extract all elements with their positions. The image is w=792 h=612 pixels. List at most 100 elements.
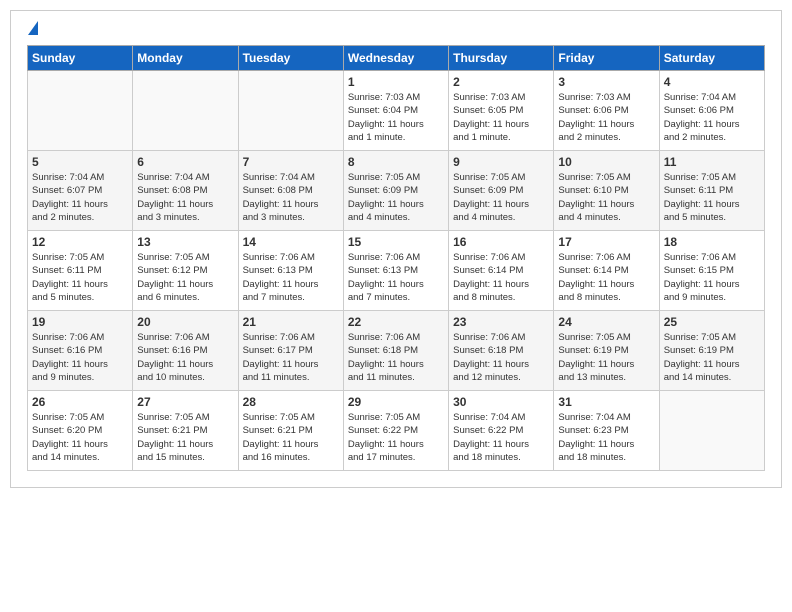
calendar-cell: 30 Sunrise: 7:04 AM Sunset: 6:22 PM Dayli…	[449, 391, 554, 471]
weekday-header-row: SundayMondayTuesdayWednesdayThursdayFrid…	[28, 46, 765, 71]
calendar-cell: 10 Sunrise: 7:05 AM Sunset: 6:10 PM Dayli…	[554, 151, 659, 231]
calendar-cell: 19 Sunrise: 7:06 AM Sunset: 6:16 PM Dayli…	[28, 311, 133, 391]
day-number: 31	[558, 395, 654, 409]
calendar-cell: 20 Sunrise: 7:06 AM Sunset: 6:16 PM Dayli…	[133, 311, 238, 391]
logo	[27, 21, 38, 37]
day-info: Sunrise: 7:05 AM Sunset: 6:12 PM Dayligh…	[137, 251, 233, 304]
day-number: 4	[664, 75, 760, 89]
calendar-cell	[28, 71, 133, 151]
day-number: 15	[348, 235, 444, 249]
day-number: 23	[453, 315, 549, 329]
day-info: Sunrise: 7:05 AM Sunset: 6:20 PM Dayligh…	[32, 411, 128, 464]
calendar-cell: 22Sunrise: 7:06 AM Sunset: 6:18 PM Dayli…	[343, 311, 448, 391]
day-number: 25	[664, 315, 760, 329]
day-number: 19	[32, 315, 128, 329]
calendar-week-row: 1Sunrise: 7:03 AM Sunset: 6:04 PM Daylig…	[28, 71, 765, 151]
calendar-week-row: 12 Sunrise: 7:05 AM Sunset: 6:11 PM Dayli…	[28, 231, 765, 311]
day-number: 10	[558, 155, 654, 169]
day-info: Sunrise: 7:04 AM Sunset: 6:23 PM Dayligh…	[558, 411, 654, 464]
day-info: Sunrise: 7:05 AM Sunset: 6:09 PM Dayligh…	[348, 171, 444, 224]
day-info: Sunrise: 7:03 AM Sunset: 6:04 PM Dayligh…	[348, 91, 444, 144]
day-number: 2	[453, 75, 549, 89]
calendar-cell: 17 Sunrise: 7:06 AM Sunset: 6:14 PM Dayli…	[554, 231, 659, 311]
calendar-cell: 5 Sunrise: 7:04 AM Sunset: 6:07 PM Daylig…	[28, 151, 133, 231]
calendar-cell: 9 Sunrise: 7:05 AM Sunset: 6:09 PM Daylig…	[449, 151, 554, 231]
day-info: Sunrise: 7:06 AM Sunset: 6:13 PM Dayligh…	[348, 251, 444, 304]
calendar-cell: 27 Sunrise: 7:05 AM Sunset: 6:21 PM Dayli…	[133, 391, 238, 471]
day-number: 27	[137, 395, 233, 409]
day-info: Sunrise: 7:06 AM Sunset: 6:18 PM Dayligh…	[348, 331, 444, 384]
calendar-cell: 2 Sunrise: 7:03 AM Sunset: 6:05 PM Daylig…	[449, 71, 554, 151]
calendar-page: SundayMondayTuesdayWednesdayThursdayFrid…	[10, 10, 782, 488]
day-number: 29	[348, 395, 444, 409]
weekday-header-thursday: Thursday	[449, 46, 554, 71]
calendar-cell: 3Sunrise: 7:03 AM Sunset: 6:06 PM Daylig…	[554, 71, 659, 151]
day-info: Sunrise: 7:06 AM Sunset: 6:14 PM Dayligh…	[558, 251, 654, 304]
day-info: Sunrise: 7:04 AM Sunset: 6:08 PM Dayligh…	[243, 171, 339, 224]
day-info: Sunrise: 7:06 AM Sunset: 6:13 PM Dayligh…	[243, 251, 339, 304]
day-number: 7	[243, 155, 339, 169]
calendar-cell	[133, 71, 238, 151]
calendar-cell: 21Sunrise: 7:06 AM Sunset: 6:17 PM Dayli…	[238, 311, 343, 391]
day-number: 14	[243, 235, 339, 249]
calendar-week-row: 5 Sunrise: 7:04 AM Sunset: 6:07 PM Daylig…	[28, 151, 765, 231]
day-info: Sunrise: 7:06 AM Sunset: 6:17 PM Dayligh…	[243, 331, 339, 384]
weekday-header-saturday: Saturday	[659, 46, 764, 71]
day-info: Sunrise: 7:06 AM Sunset: 6:15 PM Dayligh…	[664, 251, 760, 304]
day-info: Sunrise: 7:03 AM Sunset: 6:06 PM Dayligh…	[558, 91, 654, 144]
weekday-header-tuesday: Tuesday	[238, 46, 343, 71]
day-info: Sunrise: 7:05 AM Sunset: 6:19 PM Dayligh…	[664, 331, 760, 384]
day-number: 6	[137, 155, 233, 169]
day-number: 12	[32, 235, 128, 249]
day-info: Sunrise: 7:05 AM Sunset: 6:21 PM Dayligh…	[137, 411, 233, 464]
day-info: Sunrise: 7:06 AM Sunset: 6:18 PM Dayligh…	[453, 331, 549, 384]
day-info: Sunrise: 7:05 AM Sunset: 6:11 PM Dayligh…	[32, 251, 128, 304]
day-info: Sunrise: 7:05 AM Sunset: 6:09 PM Dayligh…	[453, 171, 549, 224]
day-info: Sunrise: 7:05 AM Sunset: 6:11 PM Dayligh…	[664, 171, 760, 224]
day-info: Sunrise: 7:03 AM Sunset: 6:05 PM Dayligh…	[453, 91, 549, 144]
calendar-cell: 13 Sunrise: 7:05 AM Sunset: 6:12 PM Dayli…	[133, 231, 238, 311]
calendar-cell: 6Sunrise: 7:04 AM Sunset: 6:08 PM Daylig…	[133, 151, 238, 231]
calendar-cell: 16Sunrise: 7:06 AM Sunset: 6:14 PM Dayli…	[449, 231, 554, 311]
calendar-week-row: 26 Sunrise: 7:05 AM Sunset: 6:20 PM Dayli…	[28, 391, 765, 471]
day-info: Sunrise: 7:05 AM Sunset: 6:10 PM Dayligh…	[558, 171, 654, 224]
day-info: Sunrise: 7:05 AM Sunset: 6:21 PM Dayligh…	[243, 411, 339, 464]
day-info: Sunrise: 7:05 AM Sunset: 6:19 PM Dayligh…	[558, 331, 654, 384]
calendar-cell: 8 Sunrise: 7:05 AM Sunset: 6:09 PM Daylig…	[343, 151, 448, 231]
calendar-cell: 11Sunrise: 7:05 AM Sunset: 6:11 PM Dayli…	[659, 151, 764, 231]
day-number: 5	[32, 155, 128, 169]
weekday-header-friday: Friday	[554, 46, 659, 71]
calendar-cell: 4 Sunrise: 7:04 AM Sunset: 6:06 PM Daylig…	[659, 71, 764, 151]
calendar-cell	[659, 391, 764, 471]
calendar-cell: 15 Sunrise: 7:06 AM Sunset: 6:13 PM Dayli…	[343, 231, 448, 311]
calendar-cell: 18Sunrise: 7:06 AM Sunset: 6:15 PM Dayli…	[659, 231, 764, 311]
day-number: 26	[32, 395, 128, 409]
day-number: 17	[558, 235, 654, 249]
calendar-week-row: 19 Sunrise: 7:06 AM Sunset: 6:16 PM Dayli…	[28, 311, 765, 391]
weekday-header-sunday: Sunday	[28, 46, 133, 71]
day-number: 16	[453, 235, 549, 249]
day-info: Sunrise: 7:06 AM Sunset: 6:16 PM Dayligh…	[32, 331, 128, 384]
day-info: Sunrise: 7:04 AM Sunset: 6:22 PM Dayligh…	[453, 411, 549, 464]
day-number: 20	[137, 315, 233, 329]
calendar-table: SundayMondayTuesdayWednesdayThursdayFrid…	[27, 45, 765, 471]
calendar-cell: 23 Sunrise: 7:06 AM Sunset: 6:18 PM Dayli…	[449, 311, 554, 391]
day-number: 13	[137, 235, 233, 249]
day-number: 8	[348, 155, 444, 169]
calendar-cell: 7 Sunrise: 7:04 AM Sunset: 6:08 PM Daylig…	[238, 151, 343, 231]
calendar-cell: 26 Sunrise: 7:05 AM Sunset: 6:20 PM Dayli…	[28, 391, 133, 471]
calendar-cell: 29 Sunrise: 7:05 AM Sunset: 6:22 PM Dayli…	[343, 391, 448, 471]
calendar-cell: 1Sunrise: 7:03 AM Sunset: 6:04 PM Daylig…	[343, 71, 448, 151]
calendar-cell: 24Sunrise: 7:05 AM Sunset: 6:19 PM Dayli…	[554, 311, 659, 391]
calendar-cell	[238, 71, 343, 151]
day-number: 9	[453, 155, 549, 169]
day-info: Sunrise: 7:06 AM Sunset: 6:16 PM Dayligh…	[137, 331, 233, 384]
day-info: Sunrise: 7:04 AM Sunset: 6:06 PM Dayligh…	[664, 91, 760, 144]
day-info: Sunrise: 7:04 AM Sunset: 6:07 PM Dayligh…	[32, 171, 128, 224]
day-number: 28	[243, 395, 339, 409]
calendar-cell: 25 Sunrise: 7:05 AM Sunset: 6:19 PM Dayli…	[659, 311, 764, 391]
page-header	[27, 21, 765, 37]
calendar-cell: 28 Sunrise: 7:05 AM Sunset: 6:21 PM Dayli…	[238, 391, 343, 471]
day-number: 30	[453, 395, 549, 409]
day-info: Sunrise: 7:05 AM Sunset: 6:22 PM Dayligh…	[348, 411, 444, 464]
